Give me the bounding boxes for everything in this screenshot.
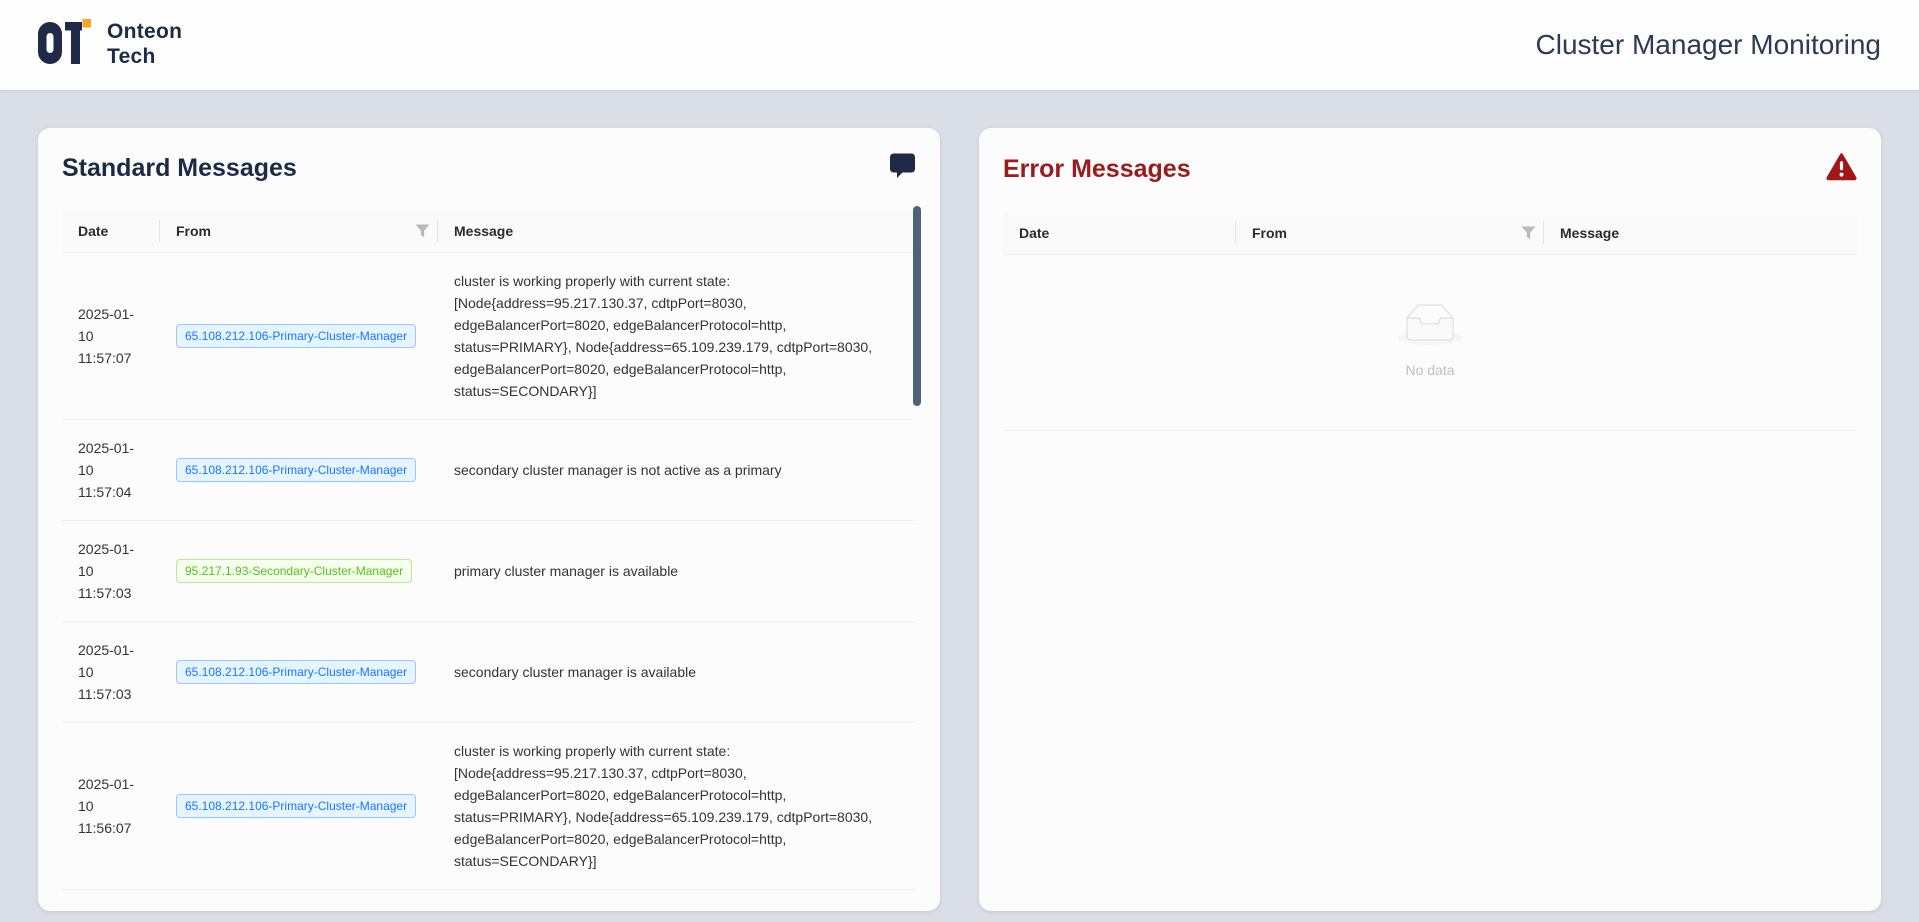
standard-panel-header: Standard Messages [62, 152, 916, 184]
standard-messages-table: Date From Message 2025-01-10 11:57:07 [62, 210, 916, 890]
row-from-cell: 65.108.212.106-Primary-Cluster-Manager [160, 622, 438, 723]
message-row: 2025-01-10 11:57:04 65.108.212.106-Primar… [62, 420, 916, 521]
from-tag: 65.108.212.106-Primary-Cluster-Manager [176, 794, 416, 818]
standard-table-header-row: Date From Message [62, 210, 916, 253]
warning-triangle-icon [1826, 152, 1857, 186]
standard-col-from-label: From [176, 223, 211, 239]
row-message: secondary cluster manager is available [454, 661, 878, 683]
error-col-from: From [1236, 212, 1544, 255]
empty-inbox-icon [1398, 332, 1462, 348]
row-date: 2025-01-10 11:56:07 [78, 773, 144, 839]
error-col-date: Date [1003, 212, 1236, 255]
row-message: cluster is working properly with current… [454, 740, 878, 872]
row-message-cell: secondary cluster manager is not active … [438, 420, 916, 521]
message-row: 2025-01-10 11:57:03 65.108.212.106-Primar… [62, 622, 916, 723]
row-date: 2025-01-10 11:57:03 [78, 538, 144, 604]
table-scrollbar-thumb[interactable] [913, 206, 921, 406]
error-messages-panel: Error Messages Date From [979, 128, 1881, 911]
standard-col-message: Message [438, 210, 916, 253]
error-col-from-label: From [1252, 225, 1287, 241]
row-message-cell: cluster is working properly with current… [438, 723, 916, 890]
standard-panel-title: Standard Messages [62, 154, 297, 183]
error-panel-header: Error Messages [1003, 152, 1857, 186]
error-messages-table-wrap: Date From Message [1003, 212, 1857, 431]
row-date-cell: 2025-01-10 11:57:07 [62, 253, 160, 420]
row-date: 2025-01-10 11:57:03 [78, 639, 144, 705]
from-tag: 65.108.212.106-Primary-Cluster-Manager [176, 458, 416, 482]
row-from-cell: 95.217.1.93-Secondary-Cluster-Manager [160, 521, 438, 622]
empty-state: No data [1003, 255, 1857, 431]
from-tag: 65.108.212.106-Primary-Cluster-Manager [176, 324, 416, 348]
error-messages-table: Date From Message [1003, 212, 1857, 431]
from-filter-icon[interactable] [415, 225, 430, 238]
from-tag: 95.217.1.93-Secondary-Cluster-Manager [176, 559, 412, 583]
error-col-message: Message [1544, 212, 1857, 255]
error-panel-title: Error Messages [1003, 155, 1191, 184]
empty-state-content: No data [1398, 304, 1462, 381]
row-message: primary cluster manager is available [454, 560, 878, 582]
top-bar: Onteon Tech Cluster Manager Monitoring [0, 0, 1919, 90]
row-message-cell: secondary cluster manager is available [438, 622, 916, 723]
logo-line1: Onteon [107, 20, 182, 45]
row-message-cell: primary cluster manager is available [438, 521, 916, 622]
row-from-cell: 65.108.212.106-Primary-Cluster-Manager [160, 253, 438, 420]
row-date: 2025-01-10 11:57:04 [78, 437, 144, 503]
logo-line2: Tech [107, 45, 182, 70]
row-date-cell: 2025-01-10 11:56:07 [62, 723, 160, 890]
dashboard: Standard Messages Date From [0, 90, 1919, 911]
row-from-cell: 65.108.212.106-Primary-Cluster-Manager [160, 420, 438, 521]
no-data-label: No data [1398, 359, 1462, 381]
row-date-cell: 2025-01-10 11:57:04 [62, 420, 160, 521]
from-tag: 65.108.212.106-Primary-Cluster-Manager [176, 660, 416, 684]
page-title: Cluster Manager Monitoring [1536, 29, 1882, 61]
standard-messages-panel: Standard Messages Date From [38, 128, 940, 911]
row-date-cell: 2025-01-10 11:57:03 [62, 521, 160, 622]
message-row: 2025-01-10 11:57:03 95.217.1.93-Secondary… [62, 521, 916, 622]
error-table-header-row: Date From Message [1003, 212, 1857, 255]
message-row: 2025-01-10 11:56:07 65.108.212.106-Primar… [62, 723, 916, 890]
standard-col-from: From [160, 210, 438, 253]
row-date-cell: 2025-01-10 11:57:03 [62, 622, 160, 723]
message-bubble-icon [889, 152, 916, 184]
onteon-logo: Onteon Tech [38, 19, 182, 71]
row-message: cluster is working properly with current… [454, 270, 878, 402]
row-date: 2025-01-10 11:57:07 [78, 303, 144, 369]
logo-wordmark: Onteon Tech [107, 20, 182, 70]
standard-col-date: Date [62, 210, 160, 253]
standard-messages-table-wrap: Date From Message 2025-01-10 11:57:07 [62, 210, 916, 890]
row-message: secondary cluster manager is not active … [454, 459, 878, 481]
row-from-cell: 65.108.212.106-Primary-Cluster-Manager [160, 723, 438, 890]
row-message-cell: cluster is working properly with current… [438, 253, 916, 420]
onteon-logo-icon [38, 19, 92, 71]
from-filter-icon[interactable] [1521, 227, 1536, 240]
empty-state-row: No data [1003, 255, 1857, 431]
message-row: 2025-01-10 11:57:07 65.108.212.106-Primar… [62, 253, 916, 420]
